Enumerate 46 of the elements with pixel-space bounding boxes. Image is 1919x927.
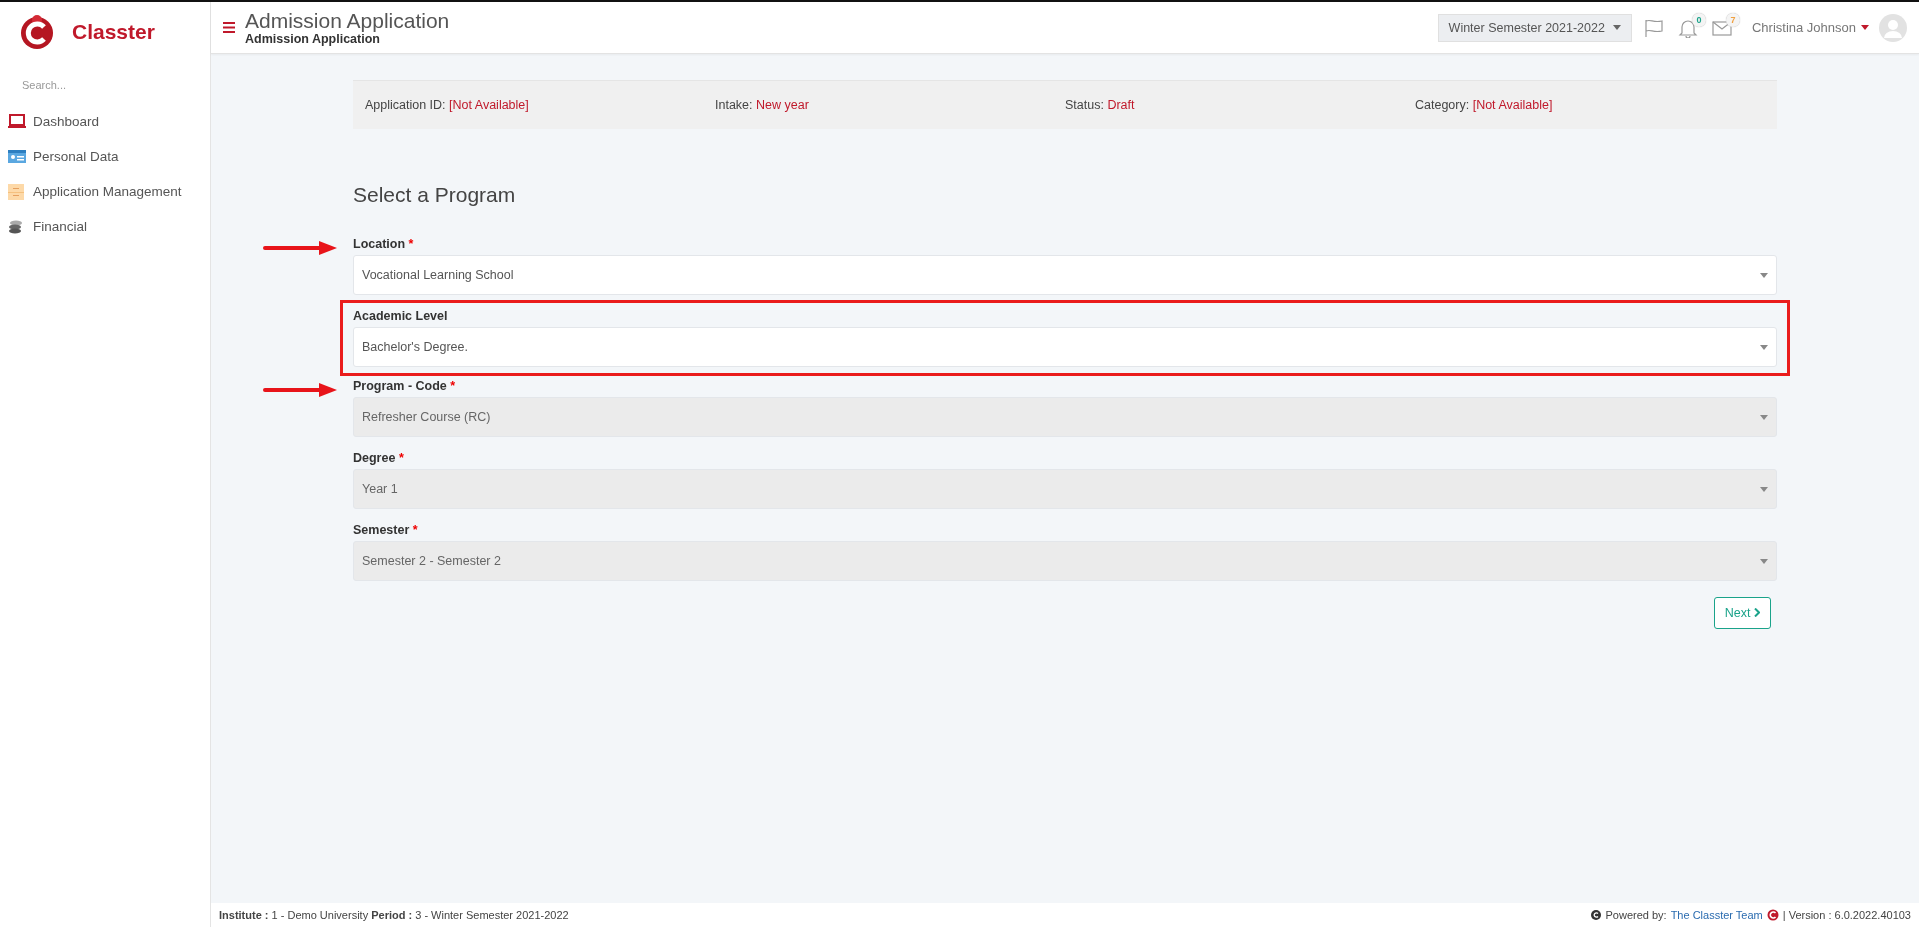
caret-icon xyxy=(1760,558,1768,564)
flag-icon xyxy=(1643,17,1664,38)
logo-icon xyxy=(1766,909,1779,921)
chevron-right-icon xyxy=(1754,608,1760,617)
sidebar-item[interactable]: Application Management xyxy=(0,174,210,209)
sidebar-item[interactable]: Financial xyxy=(0,209,210,244)
count-badge: 0 xyxy=(1691,12,1706,27)
version-text: | Version : 6.0.2022.40103 xyxy=(1782,909,1911,921)
info-field: Intake: New year xyxy=(715,98,1065,112)
field-label: Semester * xyxy=(353,523,419,537)
flag-button[interactable] xyxy=(1643,17,1664,38)
section-heading: Select a Program xyxy=(353,183,517,207)
menu-icon xyxy=(223,22,235,33)
laptop-icon xyxy=(8,113,26,130)
select-field[interactable]: Vocational Learning School xyxy=(353,255,1777,295)
powered-by-text: Powered by: xyxy=(1605,909,1667,921)
select-field[interactable]: Bachelor's Degree. xyxy=(353,327,1777,367)
sidebar-item[interactable]: Dashboard xyxy=(0,104,210,139)
notifications-button[interactable] xyxy=(1677,17,1698,38)
sidebar-item[interactable]: Personal Data xyxy=(0,139,210,174)
logo-icon xyxy=(20,12,54,52)
field-label: Location * xyxy=(353,237,415,251)
search-field[interactable]: Search... xyxy=(20,78,184,92)
brand-name: Classter xyxy=(72,20,155,44)
caret-icon xyxy=(1760,272,1768,278)
period-dropdown[interactable]: Winter Semester 2021-2022 xyxy=(1437,13,1632,42)
page-title: Admission Application xyxy=(245,9,451,32)
id-card-icon xyxy=(8,148,26,165)
info-field: Status: Draft xyxy=(1065,98,1415,112)
footer-context: Institute : 1 - Demo University Period : 3 - Winter Semester 2021-2022 xyxy=(219,909,569,921)
count-badge: 7 xyxy=(1725,12,1740,27)
field-label: Degree * xyxy=(353,451,405,465)
user-menu[interactable]: Christina Johnson xyxy=(1745,19,1875,36)
bell-icon xyxy=(1677,17,1698,38)
folder-icon xyxy=(8,183,26,200)
info-field: Category: [Not Available] xyxy=(1415,98,1765,112)
field-label: Program - Code * xyxy=(353,379,457,393)
info-field: Application ID: [Not Available] xyxy=(365,98,715,112)
copyright-icon xyxy=(1591,910,1602,920)
caret-icon xyxy=(1760,414,1768,420)
field-label: Academic Level xyxy=(353,309,449,323)
caret-icon xyxy=(1760,486,1768,492)
breadcrumb: Admission Application xyxy=(245,31,380,46)
team-link[interactable]: The Classter Team xyxy=(1670,909,1763,921)
avatar-icon xyxy=(1879,13,1907,42)
caret-icon xyxy=(1760,344,1768,350)
